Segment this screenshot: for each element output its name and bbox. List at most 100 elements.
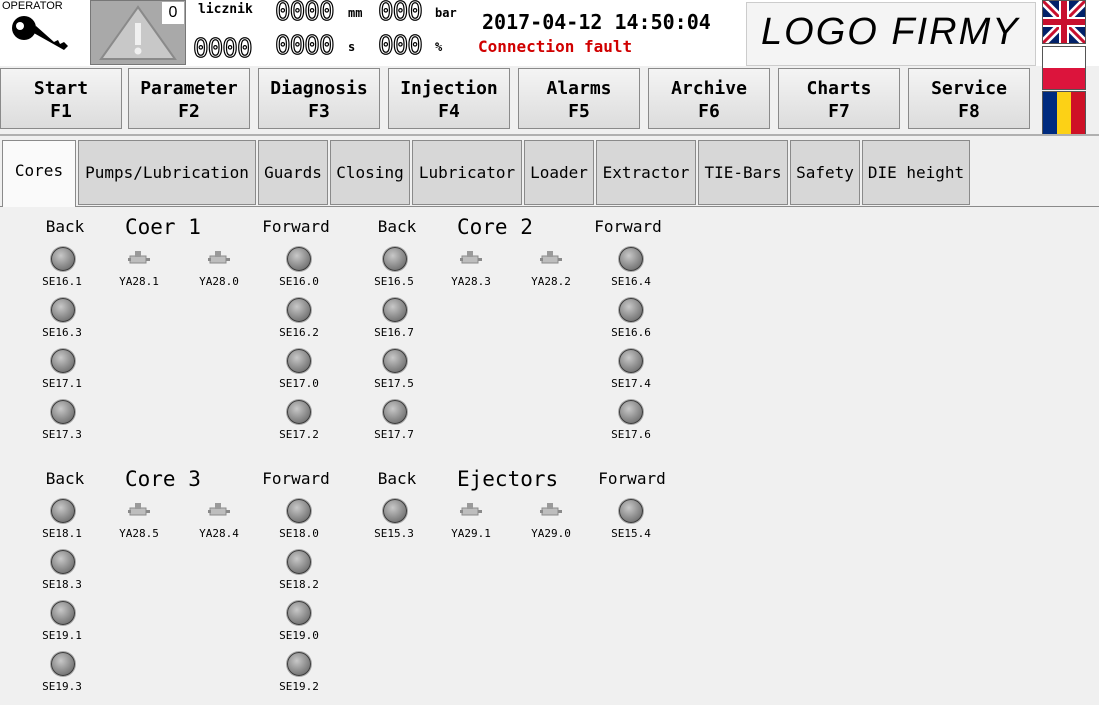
back-label: Back — [45, 217, 85, 236]
sensor-label: SE16.0 — [279, 275, 319, 288]
sensor-label: SE17.4 — [611, 377, 651, 390]
sensor-lamp — [383, 499, 407, 523]
tab-guards[interactable]: Guards — [258, 140, 328, 205]
valve-label: YA29.0 — [531, 527, 571, 540]
sensor-lamp — [51, 400, 75, 424]
tab-extractor[interactable]: Extractor — [596, 140, 696, 205]
sensor-lamp — [619, 298, 643, 322]
counter-s-display: 0000 — [274, 31, 335, 61]
fkey-diagnosis[interactable]: Diagnosis F3 — [258, 68, 380, 129]
sensor-lamp — [383, 349, 407, 373]
operator-label: OPERATOR — [2, 0, 63, 12]
valve-label: YA28.1 — [119, 275, 159, 288]
sensor-label: SE16.5 — [374, 275, 414, 288]
fkey-key: F3 — [308, 101, 330, 122]
forward-label: Forward — [594, 217, 662, 236]
sensor-lamp — [287, 247, 311, 271]
sensor-label: SE19.1 — [42, 629, 82, 642]
tab-tie-bars[interactable]: TIE-Bars — [698, 140, 788, 205]
tab-closing[interactable]: Closing — [330, 140, 410, 205]
fkey-parameter[interactable]: Parameter F2 — [128, 68, 250, 129]
sensor-lamp — [51, 652, 75, 676]
counter-bar-display: 000 — [377, 0, 423, 27]
sensor-lamp — [383, 298, 407, 322]
tab-pumps-lubrication[interactable]: Pumps/Lubrication — [78, 140, 256, 205]
sensor-label: SE15.3 — [374, 527, 414, 540]
forward-label: Forward — [262, 217, 330, 236]
poland-flag-icon — [1043, 47, 1085, 89]
fkey-key: F4 — [438, 101, 460, 122]
valve-icon — [208, 249, 230, 265]
warning-count: 0 — [162, 2, 184, 24]
group-title: Coer 1 — [125, 215, 201, 239]
sensor-lamp — [287, 550, 311, 574]
valve-icon — [460, 501, 482, 517]
sensor-lamp — [287, 499, 311, 523]
fkey-injection[interactable]: Injection F4 — [388, 68, 510, 129]
unit-mm: mm — [348, 6, 363, 20]
counter-label: licznik — [198, 2, 253, 17]
sensor-lamp — [287, 400, 311, 424]
fkey-label: Injection — [400, 78, 498, 99]
sensor-lamp — [51, 298, 75, 322]
back-label: Back — [377, 217, 417, 236]
fkey-key: F5 — [568, 101, 590, 122]
key-icon[interactable] — [8, 12, 72, 56]
sensor-lamp — [51, 247, 75, 271]
sensor-lamp — [619, 247, 643, 271]
tab-cores[interactable]: Cores — [2, 140, 76, 207]
fkey-charts[interactable]: Charts F7 — [778, 68, 900, 129]
fkey-label: Charts — [806, 78, 872, 99]
header-bar: OPERATOR 0 licznik 0000 mm 000 bar 0000 … — [0, 0, 1099, 66]
logo-text: LOGO FIRMY — [761, 11, 1020, 53]
sensor-lamp — [619, 499, 643, 523]
fkey-key: F6 — [698, 101, 720, 122]
valve-label: YA28.0 — [199, 275, 239, 288]
fkey-alarms[interactable]: Alarms F5 — [518, 68, 640, 129]
sensor-label: SE17.0 — [279, 377, 319, 390]
flag-ro-button[interactable] — [1042, 91, 1086, 135]
group-title: Core 3 — [125, 467, 201, 491]
flag-uk-button[interactable] — [1042, 0, 1086, 44]
valve-label: YA29.1 — [451, 527, 491, 540]
fkey-start[interactable]: Start F1 — [0, 68, 122, 129]
sensor-lamp — [287, 601, 311, 625]
sensor-label: SE16.3 — [42, 326, 82, 339]
counter-pct-display: 000 — [377, 31, 423, 61]
status-message: Connection fault — [478, 37, 633, 56]
sensor-label: SE17.3 — [42, 428, 82, 441]
forward-label: Forward — [262, 469, 330, 488]
sensor-lamp — [619, 349, 643, 373]
fkey-key: F1 — [50, 101, 72, 122]
warning-indicator[interactable]: 0 — [90, 0, 186, 65]
valve-label: YA28.4 — [199, 527, 239, 540]
valve-icon — [128, 501, 150, 517]
fkey-archive[interactable]: Archive F6 — [648, 68, 770, 129]
sensor-lamp — [51, 550, 75, 574]
sensor-label: SE19.3 — [42, 680, 82, 693]
fkey-service[interactable]: Service F8 — [908, 68, 1030, 129]
sensor-label: SE18.1 — [42, 527, 82, 540]
tab-die-height[interactable]: DIE height — [862, 140, 970, 205]
valve-icon — [208, 501, 230, 517]
sensor-lamp — [287, 349, 311, 373]
tab-loader[interactable]: Loader — [524, 140, 594, 205]
divider — [0, 134, 1099, 136]
valve-label: YA28.3 — [451, 275, 491, 288]
valve-icon — [540, 501, 562, 517]
sensor-label: SE19.0 — [279, 629, 319, 642]
tab-safety[interactable]: Safety — [790, 140, 860, 205]
tab-lubricator[interactable]: Lubricator — [412, 140, 522, 205]
sensor-lamp — [51, 499, 75, 523]
uk-flag-icon — [1043, 1, 1085, 43]
counter-left-display: 0000 — [192, 34, 253, 64]
valve-icon — [460, 249, 482, 265]
valve-icon — [128, 249, 150, 265]
sensor-label: SE16.6 — [611, 326, 651, 339]
sensor-lamp — [287, 298, 311, 322]
fkey-label: Parameter — [140, 78, 238, 99]
fkey-key: F7 — [828, 101, 850, 122]
group-title: Core 2 — [457, 215, 533, 239]
valve-icon — [540, 249, 562, 265]
flag-pl-button[interactable] — [1042, 46, 1086, 90]
